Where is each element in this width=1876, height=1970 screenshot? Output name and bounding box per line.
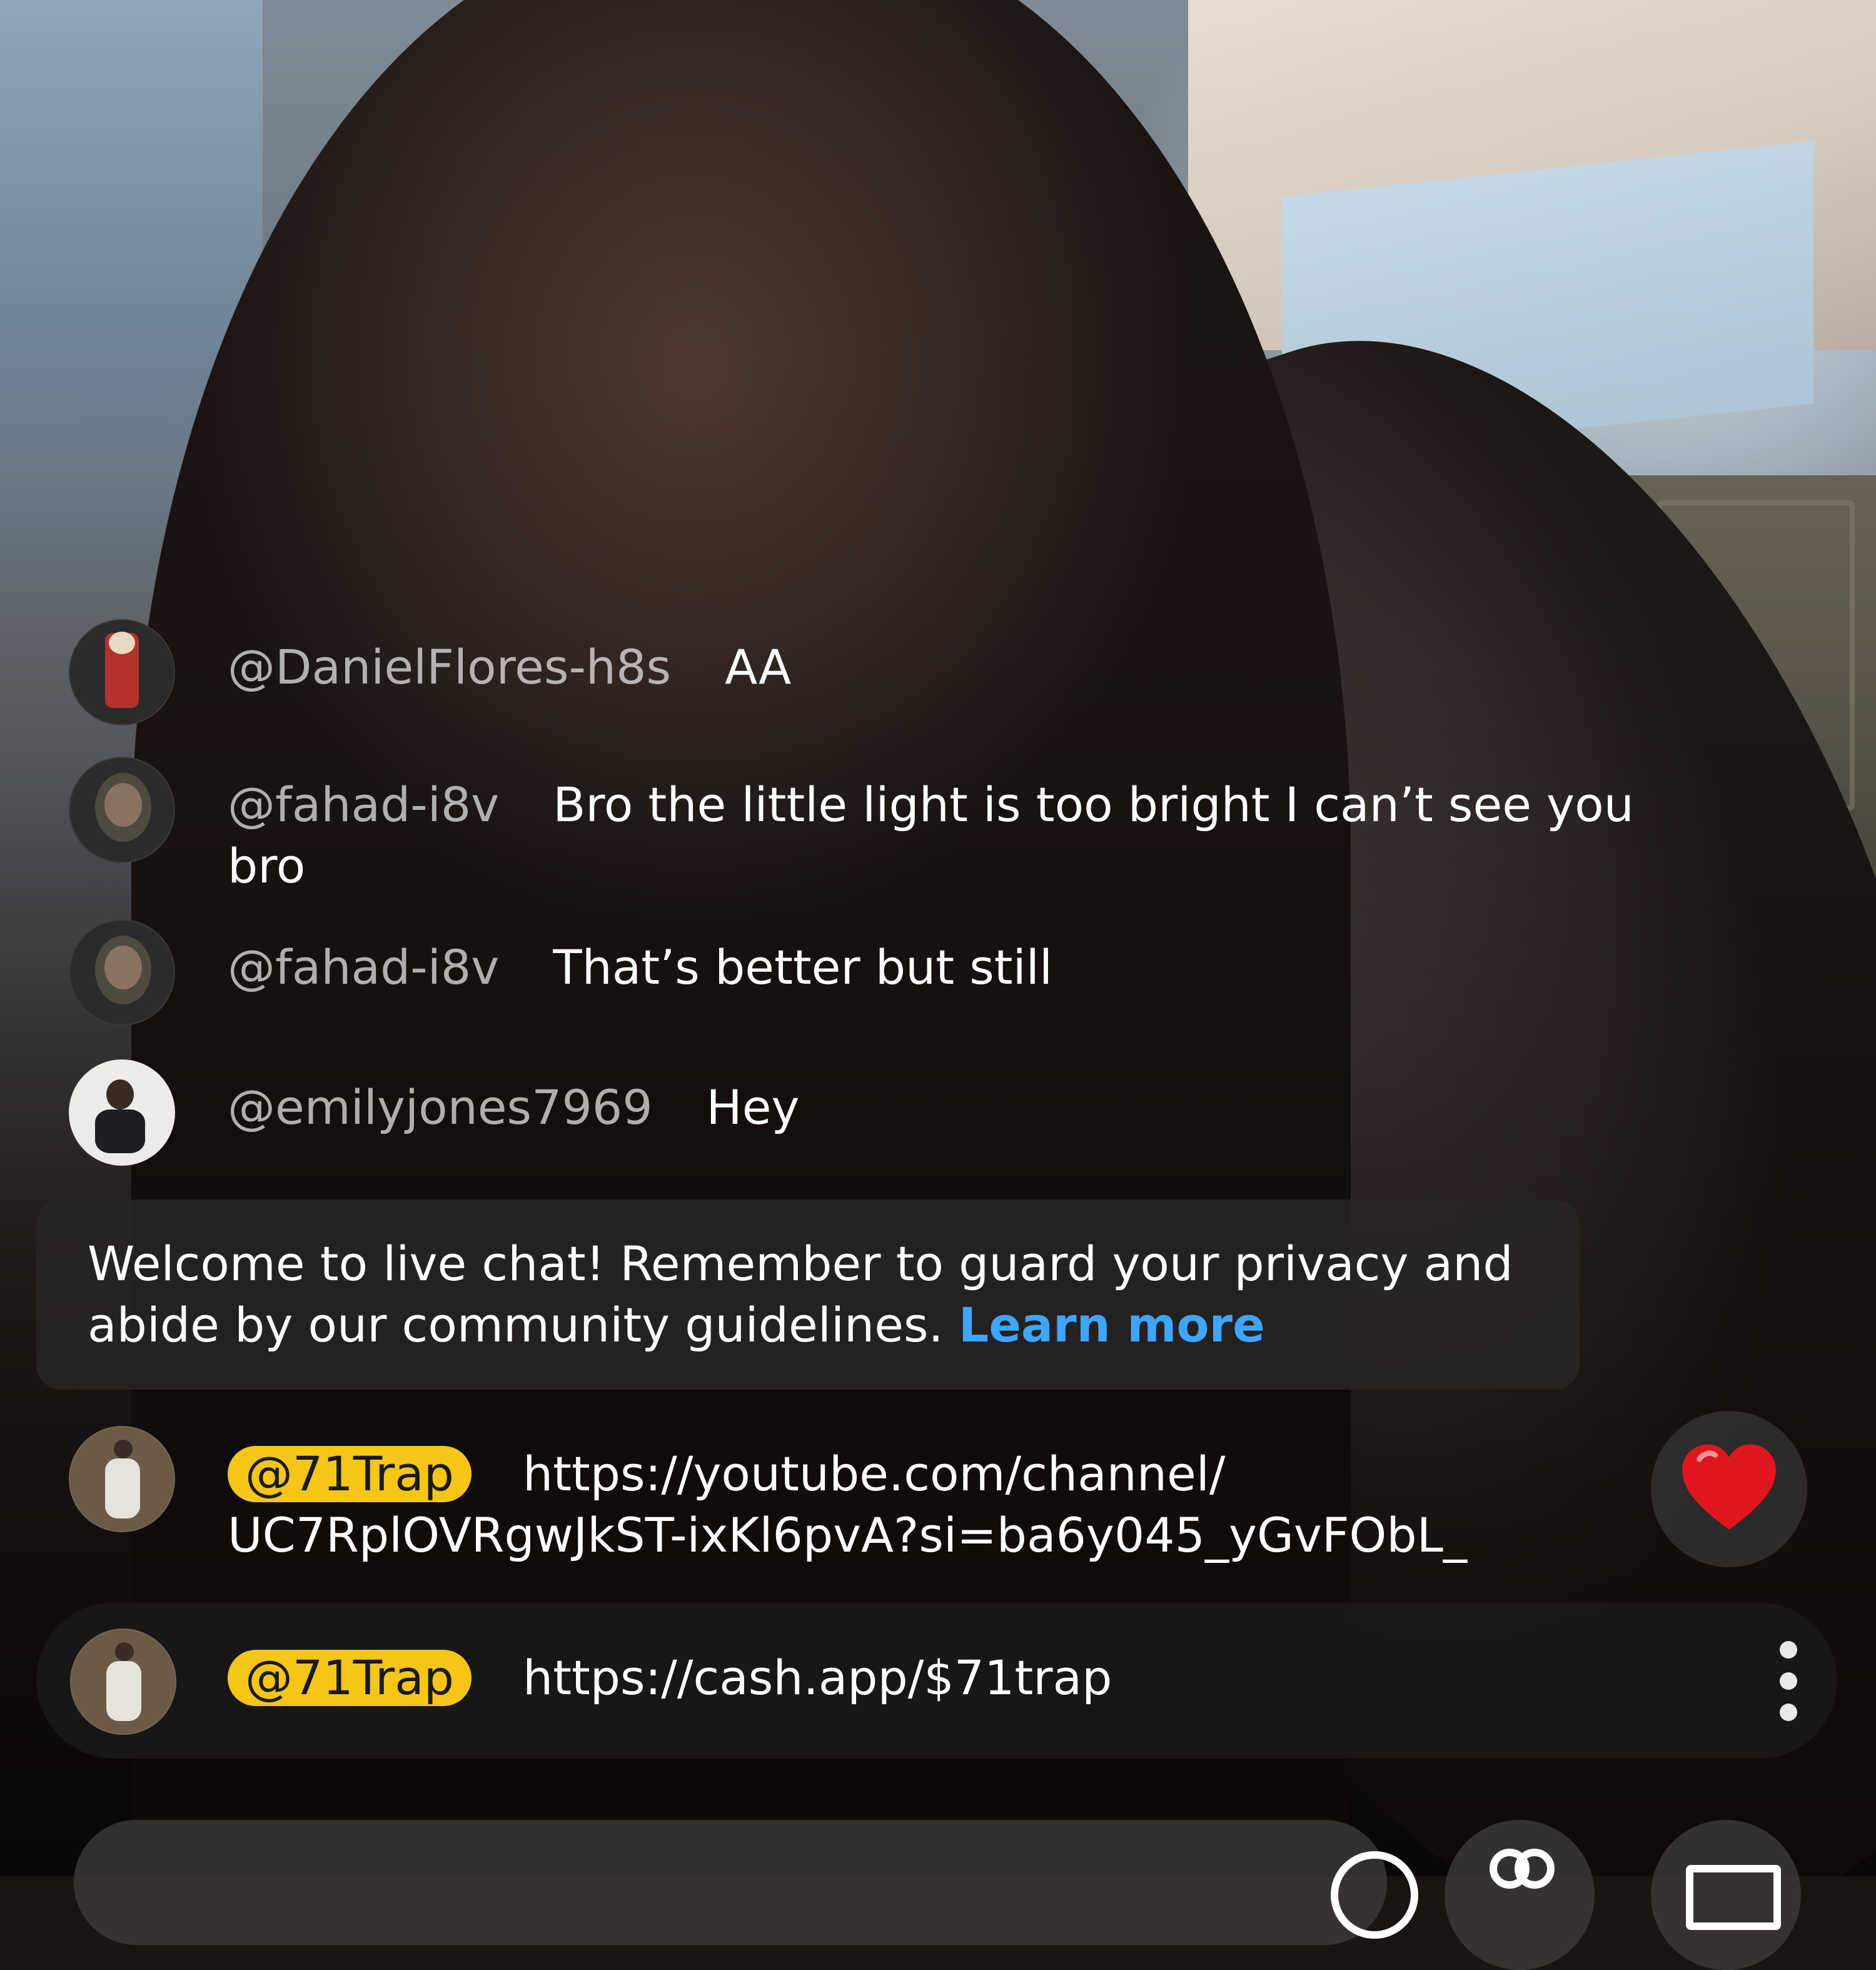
more-vert-icon[interactable] [1757,1641,1820,1722]
chat-input[interactable] [74,1820,1418,1945]
chat-author[interactable]: @DanielFlores-h8s [228,639,671,695]
owner-badge[interactable]: @71Trap [228,1446,472,1502]
live-chat-notice: Welcome to live chat! Remember to guard … [36,1200,1580,1390]
chat-author[interactable]: @emilyjones7969 [228,1079,653,1135]
chat-author[interactable]: @fahad-i8v [228,777,499,832]
chat-text: AA [725,639,792,695]
man-standing-avatar[interactable] [70,1629,176,1735]
woman-selfie-avatar[interactable] [69,1059,175,1166]
bottom-action-bar [0,1814,1876,1970]
learn-more-link[interactable]: Learn more [959,1297,1265,1353]
emoji-icon[interactable] [1331,1851,1418,1939]
chat-text: That’s better but still [553,939,1052,995]
gift-icon[interactable] [1445,1820,1595,1970]
santa-figure-avatar[interactable] [69,619,175,725]
pinned-message[interactable]: @71Trap https://cash.app/$71trap [36,1602,1837,1759]
heart-icon [1682,1444,1776,1530]
notice-text: Welcome to live chat! Remember to guard … [88,1236,1513,1353]
man-portrait-avatar[interactable] [69,757,175,863]
tv-icon[interactable] [1651,1820,1801,1970]
man-standing-avatar[interactable] [69,1426,175,1532]
owner-badge[interactable]: @71Trap [228,1650,472,1706]
chat-text: Hey [706,1079,800,1135]
reaction-button[interactable] [1651,1411,1807,1567]
chat-link[interactable]: https://cash.app/$71trap [523,1650,1112,1705]
man-portrait-avatar[interactable] [69,919,175,1026]
chat-author[interactable]: @fahad-i8v [228,939,499,995]
